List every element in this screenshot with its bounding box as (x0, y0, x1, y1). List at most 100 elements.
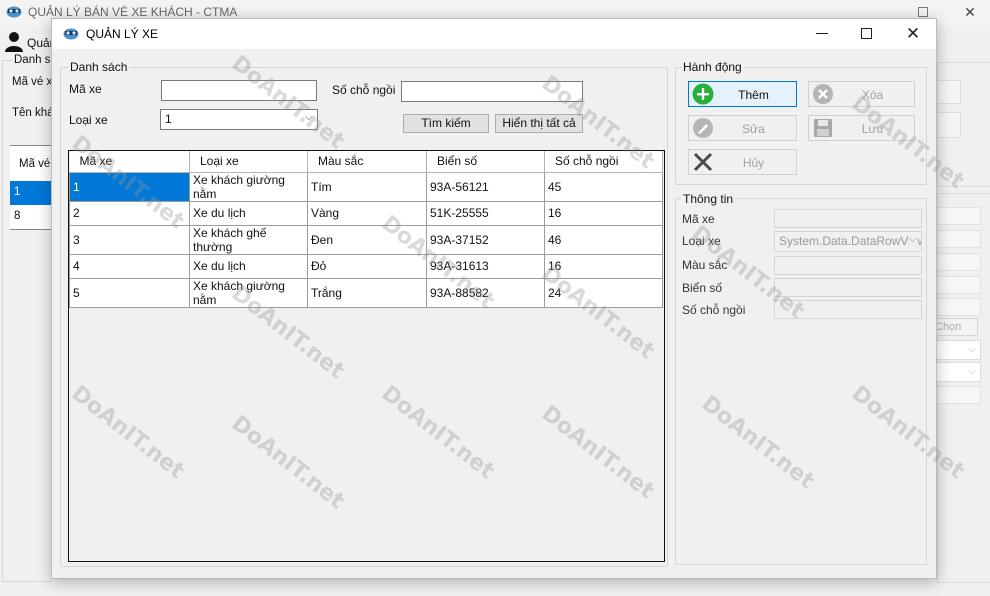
table-cell[interactable]: 51K-25555 (426, 200, 545, 226)
edit-button[interactable]: Sửa (688, 115, 797, 141)
background-action-button[interactable] (937, 112, 961, 138)
background-field (937, 386, 981, 404)
background-field (937, 230, 981, 248)
app-car-icon (63, 28, 79, 40)
table-cell[interactable]: 93A-88582 (426, 277, 545, 308)
table-cell[interactable]: 1 (69, 171, 190, 202)
chevron-down-icon: ⌵ (908, 233, 917, 246)
list-group-label: Danh sách (68, 60, 130, 74)
maximize-button[interactable] (861, 28, 872, 39)
column-header-seats[interactable]: Số chỗ ngồi (544, 151, 663, 173)
column-header-vehicle-id[interactable]: Mã xe (69, 151, 190, 173)
table-cell[interactable]: 3 (69, 224, 190, 255)
table-cell[interactable]: Xe khách giường nằm (189, 171, 308, 202)
cancel-button[interactable]: Hủy (688, 149, 797, 175)
dialog-title-bar: QUẢN LÝ XE ✕ (52, 19, 936, 49)
table-cell[interactable]: Xe khách ghế thường (189, 224, 308, 255)
table-cell[interactable]: 5 (69, 277, 190, 308)
table-cell[interactable]: 2 (69, 200, 190, 226)
table-cell[interactable]: 45 (544, 171, 663, 202)
background-field (937, 276, 981, 294)
show-all-button[interactable]: Hiển thị tất cả (495, 114, 583, 133)
table-row[interactable]: 5 Xe khách giường nằm Trắng 93A-88582 24 (69, 277, 663, 308)
cancel-button-label: Hủy (742, 156, 765, 170)
table-cell[interactable]: 4 (69, 253, 190, 279)
table-cell[interactable]: 93A-31613 (426, 253, 545, 279)
info-seats-label: Số chỗ ngồi (682, 303, 746, 317)
user-icon (5, 32, 23, 52)
minimize-button[interactable] (816, 33, 828, 34)
table-cell[interactable]: Xe du lịch (189, 253, 308, 279)
info-seats-field (774, 300, 922, 319)
table-header-row: Mã xe Loại xe Màu sắc Biển số Số chỗ ngồ… (69, 151, 663, 173)
background-field (937, 253, 981, 271)
user-label: Quản (27, 36, 52, 50)
table-cell[interactable]: Tím (307, 171, 427, 202)
info-color-field (774, 256, 922, 275)
info-vehicle-type-label: Loại xe (682, 234, 721, 248)
column-header-vehicle-type[interactable]: Loại xe (189, 151, 308, 173)
vehicle-id-label: Mã xe (69, 82, 102, 96)
table-row[interactable]: 4 Xe du lịch Đỏ 93A-31613 16 (69, 253, 663, 279)
table-cell[interactable]: 24 (544, 277, 663, 308)
background-grid-row[interactable]: 8 (10, 205, 52, 229)
background-customer-name-label: Tên khá (12, 107, 52, 119)
info-vehicle-id-label: Mã xe (682, 212, 715, 226)
delete-button-label: Xóa (861, 88, 884, 102)
info-vehicle-id-field (774, 209, 922, 228)
table-row[interactable]: 1 Xe khách giường nằm Tím 93A-56121 45 (69, 171, 663, 202)
add-button-label: Thêm (738, 88, 769, 102)
info-color-label: Màu sắc (682, 258, 728, 272)
table-cell[interactable]: Xe du lịch (189, 200, 308, 226)
save-button-label: Lưu (861, 122, 884, 136)
table-cell[interactable]: 46 (544, 224, 663, 255)
edit-button-label: Sửa (742, 122, 765, 136)
seat-count-input[interactable] (401, 81, 583, 102)
table-cell[interactable]: 16 (544, 200, 663, 226)
table-cell[interactable]: Đỏ (307, 253, 427, 279)
table-row[interactable]: 3 Xe khách ghế thường Đen 93A-37152 46 (69, 224, 663, 255)
actions-group-label: Hành động (681, 60, 744, 74)
search-button[interactable]: Tìm kiếm (403, 114, 489, 133)
delete-button[interactable]: Xóa (808, 81, 915, 107)
background-window-title: QUẢN LÝ BÁN VÉ XE KHÁCH - CTMA (28, 5, 238, 19)
vehicle-management-dialog: QUẢN LÝ XE ✕ Danh sách Mã xe Số chỗ ngồi… (51, 18, 937, 579)
table-cell[interactable]: 16 (544, 253, 663, 279)
table-cell[interactable]: Vàng (307, 200, 427, 226)
close-button[interactable]: ✕ (902, 23, 924, 45)
table-cell[interactable]: Đen (307, 224, 427, 255)
table-cell[interactable]: Xe khách giường nằm (189, 277, 308, 308)
column-header-plate[interactable]: Biển số (426, 151, 545, 173)
save-button[interactable]: Lưu (808, 115, 915, 141)
add-button[interactable]: Thêm (688, 81, 797, 107)
background-grid-cell: 8 (14, 210, 21, 222)
vehicle-data-grid[interactable]: Mã xe Loại xe Màu sắc Biển số Số chỗ ngồ… (68, 150, 665, 562)
vehicle-type-select-value: 1 (165, 112, 172, 126)
column-header-color[interactable]: Màu sắc (307, 151, 427, 173)
vehicle-id-input[interactable] (161, 80, 317, 101)
table-cell[interactable]: 93A-37152 (426, 224, 545, 255)
chevron-down-icon: ⌵ (304, 111, 313, 123)
info-group-label: Thông tin (681, 192, 736, 206)
info-plate-field (774, 278, 922, 297)
table-cell[interactable]: 93A-56121 (426, 171, 545, 202)
vehicle-table: Mã xe Loại xe Màu sắc Biển số Số chỗ ngồ… (69, 151, 663, 308)
background-ticket-id-label: Mã vé xe (12, 76, 52, 88)
background-field (937, 207, 981, 225)
vehicle-type-select[interactable]: 1 ⌵ (160, 109, 318, 130)
table-row[interactable]: 2 Xe du lịch Vàng 51K-25555 16 (69, 200, 663, 226)
background-action-button[interactable] (937, 80, 961, 104)
vehicle-type-label: Loại xe (69, 113, 108, 127)
background-list-group (2, 60, 52, 582)
background-list-group-label: Danh sá (12, 54, 52, 66)
background-grid-header-label: Mã vé (19, 158, 51, 170)
background-maximize-button[interactable] (918, 7, 928, 17)
info-vehicle-type-select[interactable]: System.Data.DataRowView ⌵ (774, 231, 922, 252)
background-grid-header: Mã vé (10, 146, 52, 182)
background-close-button[interactable]: ✕ (962, 4, 978, 20)
info-plate-label: Biển số (682, 281, 723, 295)
background-grid-row[interactable]: 1 (10, 181, 52, 205)
table-cell[interactable]: Trắng (307, 277, 427, 308)
info-vehicle-type-value: System.Data.DataRowView (779, 234, 922, 248)
background-grid-cell: 1 (14, 186, 21, 198)
